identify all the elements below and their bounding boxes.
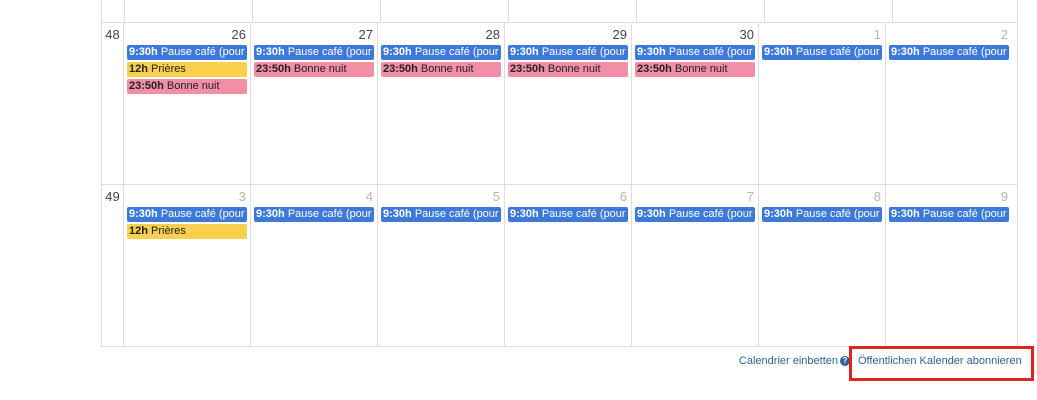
previous-week-row-stub — [101, 0, 1018, 23]
day-number[interactable]: 30 — [632, 23, 758, 43]
event-title: Pause café (pour — [414, 208, 499, 220]
event-title: Pause café (pour — [541, 46, 626, 58]
embed-calendar-link[interactable]: Calendrier einbetten — [739, 355, 838, 367]
event-time: 9:30h — [129, 208, 158, 220]
calendar-month-grid: 48 26 9:30h Pause café (pour 12h Prières 23:… — [101, 0, 1018, 347]
calendar-event[interactable]: 9:30h Pause café (pour — [635, 207, 755, 222]
day-cell[interactable]: 1 9:30h Pause café (pour — [759, 23, 886, 184]
event-time: 23:50h — [256, 63, 291, 75]
calendar-event[interactable]: 9:30h Pause café (pour — [381, 45, 501, 60]
event-title: Pause café (pour — [922, 46, 1007, 58]
event-time: 9:30h — [256, 208, 285, 220]
event-title: Bonne nuit — [420, 63, 474, 75]
day-cell[interactable]: 29 9:30h Pause café (pour 23:50h Bonne nui… — [505, 23, 632, 184]
event-title: Pause café (pour — [287, 46, 372, 58]
day-number[interactable]: 29 — [505, 23, 631, 43]
event-title: Pause café (pour — [541, 208, 626, 220]
event-title: Pause café (pour — [795, 208, 880, 220]
event-time: 23:50h — [383, 63, 418, 75]
event-time: 23:50h — [129, 80, 164, 92]
week-number[interactable]: 49 — [102, 185, 124, 346]
day-cell[interactable]: 5 9:30h Pause café (pour — [378, 185, 505, 346]
event-title: Pause café (pour — [922, 208, 1007, 220]
calendar-event[interactable]: 9:30h Pause café (pour — [127, 207, 247, 222]
calendar-event[interactable]: 23:50h Bonne nuit — [635, 62, 755, 77]
calendar-event[interactable]: 9:30h Pause café (pour — [508, 45, 628, 60]
day-cell[interactable]: 28 9:30h Pause café (pour 23:50h Bonne nui… — [378, 23, 505, 184]
day-number[interactable]: 3 — [124, 185, 250, 205]
event-time: 9:30h — [637, 46, 666, 58]
day-number[interactable]: 1 — [759, 23, 885, 43]
highlight-box — [849, 346, 1034, 381]
event-time: 9:30h — [510, 208, 539, 220]
day-number[interactable]: 7 — [632, 185, 758, 205]
event-time: 9:30h — [891, 46, 920, 58]
event-title: Pause café (pour — [414, 46, 499, 58]
event-time: 9:30h — [510, 46, 539, 58]
calendar-event[interactable]: 23:50h Bonne nuit — [254, 62, 374, 77]
day-number[interactable]: 9 — [886, 185, 1012, 205]
event-time: 9:30h — [764, 46, 793, 58]
day-cell[interactable]: 26 9:30h Pause café (pour 12h Prières 23:50… — [124, 23, 251, 184]
calendar-event[interactable]: 9:30h Pause café (pour — [508, 207, 628, 222]
calendar-event[interactable]: 9:30h Pause café (pour — [254, 45, 374, 60]
calendar-event[interactable]: 23:50h Bonne nuit — [127, 79, 247, 94]
day-number[interactable]: 2 — [886, 23, 1012, 43]
day-number[interactable]: 27 — [251, 23, 377, 43]
event-title: Pause café (pour — [668, 208, 753, 220]
calendar-event[interactable]: 12h Prières — [127, 224, 247, 239]
event-time: 9:30h — [383, 46, 412, 58]
event-title: Pause café (pour — [160, 208, 245, 220]
event-title: Bonne nuit — [166, 80, 220, 92]
day-number[interactable]: 26 — [124, 23, 250, 43]
calendar-event[interactable]: 9:30h Pause café (pour — [127, 45, 247, 60]
event-time: 9:30h — [891, 208, 920, 220]
day-number[interactable]: 6 — [505, 185, 631, 205]
event-time: 9:30h — [256, 46, 285, 58]
calendar-event[interactable]: 23:50h Bonne nuit — [508, 62, 628, 77]
calendar-event[interactable]: 9:30h Pause café (pour — [889, 45, 1009, 60]
day-number[interactable]: 28 — [378, 23, 504, 43]
event-title: Pause café (pour — [160, 46, 245, 58]
event-time: 9:30h — [129, 46, 158, 58]
event-title: Pause café (pour — [795, 46, 880, 58]
calendar-event[interactable]: 23:50h Bonne nuit — [381, 62, 501, 77]
event-time: 9:30h — [764, 208, 793, 220]
calendar-event[interactable]: 9:30h Pause café (pour — [635, 45, 755, 60]
calendar-event[interactable]: 9:30h Pause café (pour — [254, 207, 374, 222]
calendar-event[interactable]: 12h Prières — [127, 62, 247, 77]
day-number[interactable]: 8 — [759, 185, 885, 205]
week-row: 49 3 9:30h Pause café (pour 12h Prières 4 9:3… — [101, 185, 1018, 347]
calendar-event[interactable]: 9:30h Pause café (pour — [762, 45, 882, 60]
calendar-event[interactable]: 9:30h Pause café (pour — [889, 207, 1009, 222]
event-title: Bonne nuit — [293, 63, 347, 75]
day-cell[interactable]: 4 9:30h Pause café (pour — [251, 185, 378, 346]
event-title: Prières — [151, 225, 186, 237]
day-cell[interactable]: 7 9:30h Pause café (pour — [632, 185, 759, 346]
day-cell[interactable]: 6 9:30h Pause café (pour — [505, 185, 632, 346]
event-time: 9:30h — [637, 208, 666, 220]
day-cell[interactable]: 2 9:30h Pause café (pour — [886, 23, 1012, 184]
week-number[interactable]: 48 — [102, 23, 124, 184]
event-time: 9:30h — [383, 208, 412, 220]
event-title: Prières — [151, 63, 186, 75]
day-cell[interactable]: 30 9:30h Pause café (pour 23:50h Bonne nui… — [632, 23, 759, 184]
day-number[interactable]: 5 — [378, 185, 504, 205]
day-cell[interactable]: 3 9:30h Pause café (pour 12h Prières — [124, 185, 251, 346]
event-time: 12h — [129, 63, 148, 75]
day-number[interactable]: 4 — [251, 185, 377, 205]
calendar-event[interactable]: 9:30h Pause café (pour — [381, 207, 501, 222]
event-time: 23:50h — [637, 63, 672, 75]
event-title: Bonne nuit — [674, 63, 728, 75]
event-title: Bonne nuit — [547, 63, 601, 75]
day-cell[interactable]: 9 9:30h Pause café (pour — [886, 185, 1012, 346]
day-cell[interactable]: 8 9:30h Pause café (pour — [759, 185, 886, 346]
day-cell[interactable]: 27 9:30h Pause café (pour 23:50h Bonne nui… — [251, 23, 378, 184]
event-time: 12h — [129, 225, 148, 237]
week-row: 48 26 9:30h Pause café (pour 12h Prières 23:… — [101, 23, 1018, 185]
calendar-event[interactable]: 9:30h Pause café (pour — [762, 207, 882, 222]
event-title: Pause café (pour — [287, 208, 372, 220]
event-time: 23:50h — [510, 63, 545, 75]
event-title: Pause café (pour — [668, 46, 753, 58]
